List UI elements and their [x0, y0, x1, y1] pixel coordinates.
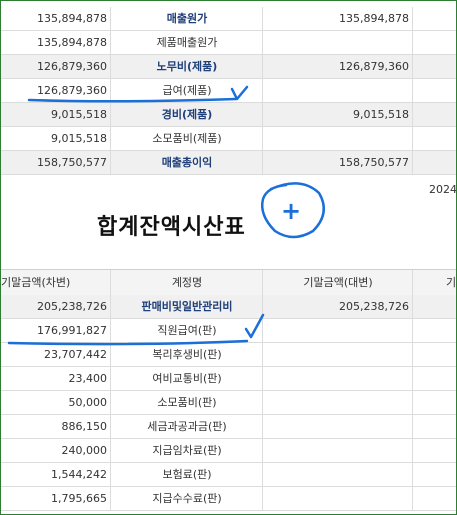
credit-balance-cell[interactable]	[264, 391, 413, 414]
credit-balance-cell[interactable]	[264, 31, 413, 54]
table-row: 1,544,242 보험료(판)	[1, 463, 456, 487]
table-row: 135,894,878 매출원가 135,894,878	[1, 7, 456, 31]
table-row: 9,015,518 소모품비(제품)	[1, 127, 456, 151]
extra-cell[interactable]	[414, 151, 456, 174]
account-name-cell[interactable]: 여비교통비(판)	[112, 367, 263, 390]
table-row: 158,750,577 매출총이익 158,750,577	[1, 151, 456, 175]
header-col4[interactable]: 기	[414, 270, 456, 295]
credit-balance-cell[interactable]	[264, 319, 413, 342]
account-name-cell[interactable]: 매출원가	[112, 7, 263, 30]
extra-cell[interactable]	[414, 415, 456, 438]
extra-cell[interactable]	[414, 487, 456, 510]
account-name-cell[interactable]: 복리후생비(판)	[112, 343, 263, 366]
extra-cell[interactable]	[414, 7, 456, 30]
credit-balance-cell[interactable]: 158,750,577	[264, 151, 413, 174]
account-name-cell[interactable]: 보험료(판)	[112, 463, 263, 486]
header-debit-balance[interactable]: 기말금액(차변)	[1, 270, 111, 295]
table-row: 9,015,518 경비(제품) 9,015,518	[1, 103, 456, 127]
column-header-row: 기말금액(차변) 계정명 기말금액(대변) 기	[1, 269, 456, 296]
debit-balance-cell[interactable]: 50,000	[1, 391, 111, 414]
table-row: 23,707,442 복리후생비(판)	[1, 343, 456, 367]
account-name-cell[interactable]: 제품매출원가	[112, 31, 263, 54]
extra-cell[interactable]	[414, 127, 456, 150]
debit-balance-cell[interactable]: 240,000	[1, 439, 111, 462]
account-name-cell[interactable]: 판매비및일반관리비	[112, 295, 263, 318]
credit-balance-cell[interactable]: 9,015,518	[264, 103, 413, 126]
debit-balance-cell[interactable]: 158,750,577	[1, 151, 111, 174]
credit-balance-cell[interactable]: 205,238,726	[264, 295, 413, 318]
table-row: 886,150 세금과공과금(판)	[1, 415, 456, 439]
credit-balance-cell[interactable]	[264, 367, 413, 390]
account-name-cell[interactable]: 세금과공과금(판)	[112, 415, 263, 438]
account-name-cell[interactable]: 매출총이익	[112, 151, 263, 174]
report-title: 합계잔액시산표	[97, 214, 246, 240]
debit-balance-cell[interactable]: 176,991,827	[1, 319, 111, 342]
debit-balance-cell[interactable]: 1,544,242	[1, 463, 111, 486]
table-row: 23,400 여비교통비(판)	[1, 367, 456, 391]
table-row: 126,879,360 노무비(제품) 126,879,360	[1, 55, 456, 79]
table-row: 205,238,726 판매비및일반관리비 205,238,726	[1, 295, 456, 319]
credit-balance-cell[interactable]: 135,894,878	[264, 7, 413, 30]
report-date: 2024/	[429, 183, 457, 196]
account-name-cell[interactable]: 소모품비(제품)	[112, 127, 263, 150]
table-row: 240,000 지급임차료(판)	[1, 439, 456, 463]
debit-balance-cell[interactable]: 135,894,878	[1, 31, 111, 54]
credit-balance-cell[interactable]	[264, 79, 413, 102]
debit-balance-cell[interactable]: 23,707,442	[1, 343, 111, 366]
header-credit-balance[interactable]: 기말금액(대변)	[264, 270, 413, 295]
debit-balance-cell[interactable]: 9,015,518	[1, 103, 111, 126]
extra-cell[interactable]	[414, 463, 456, 486]
account-name-cell[interactable]: 직원급여(판)	[112, 319, 263, 342]
extra-cell[interactable]	[414, 31, 456, 54]
account-name-cell[interactable]: 소모품비(판)	[112, 391, 263, 414]
account-name-cell[interactable]: 노무비(제품)	[112, 55, 263, 78]
credit-balance-cell[interactable]: 126,879,360	[264, 55, 413, 78]
debit-balance-cell[interactable]: 126,879,360	[1, 79, 111, 102]
debit-balance-cell[interactable]: 886,150	[1, 415, 111, 438]
table-row: 1,795,665 지급수수료(판)	[1, 487, 456, 511]
extra-cell[interactable]	[414, 343, 456, 366]
debit-balance-cell[interactable]: 9,015,518	[1, 127, 111, 150]
credit-balance-cell[interactable]	[264, 487, 413, 510]
account-name-cell[interactable]: 경비(제품)	[112, 103, 263, 126]
report-title-band: 합계잔액시산표 2024/	[1, 176, 457, 268]
account-name-cell[interactable]: 지급임차료(판)	[112, 439, 263, 462]
extra-cell[interactable]	[414, 319, 456, 342]
credit-balance-cell[interactable]	[264, 127, 413, 150]
credit-balance-cell[interactable]	[264, 439, 413, 462]
account-name-cell[interactable]: 급여(제품)	[112, 79, 263, 102]
extra-cell[interactable]	[414, 79, 456, 102]
credit-balance-cell[interactable]	[264, 343, 413, 366]
debit-balance-cell[interactable]: 205,238,726	[1, 295, 111, 318]
header-account-name[interactable]: 계정명	[112, 270, 263, 295]
debit-balance-cell[interactable]: 23,400	[1, 367, 111, 390]
debit-balance-cell[interactable]: 126,879,360	[1, 55, 111, 78]
debit-balance-cell[interactable]: 1,795,665	[1, 487, 111, 510]
table-row: 50,000 소모품비(판)	[1, 391, 456, 415]
table-row: 135,894,878 제품매출원가	[1, 31, 456, 55]
credit-balance-cell[interactable]	[264, 415, 413, 438]
account-name-cell[interactable]: 지급수수료(판)	[112, 487, 263, 510]
extra-cell[interactable]	[414, 391, 456, 414]
credit-balance-cell[interactable]	[264, 463, 413, 486]
extra-cell[interactable]	[414, 55, 456, 78]
spreadsheet-frame: 135,894,878 매출원가 135,894,878 135,894,878 제품매…	[0, 0, 457, 515]
extra-cell[interactable]	[414, 439, 456, 462]
extra-cell[interactable]	[414, 295, 456, 318]
debit-balance-cell[interactable]: 135,894,878	[1, 7, 111, 30]
extra-cell[interactable]	[414, 103, 456, 126]
table-row: 126,879,360 급여(제품)	[1, 79, 456, 103]
table-row: 176,991,827 직원급여(판)	[1, 319, 456, 343]
extra-cell[interactable]	[414, 367, 456, 390]
